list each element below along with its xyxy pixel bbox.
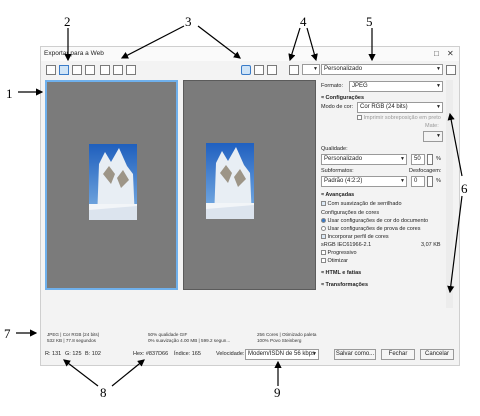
- callout-arrows: [16, 25, 463, 387]
